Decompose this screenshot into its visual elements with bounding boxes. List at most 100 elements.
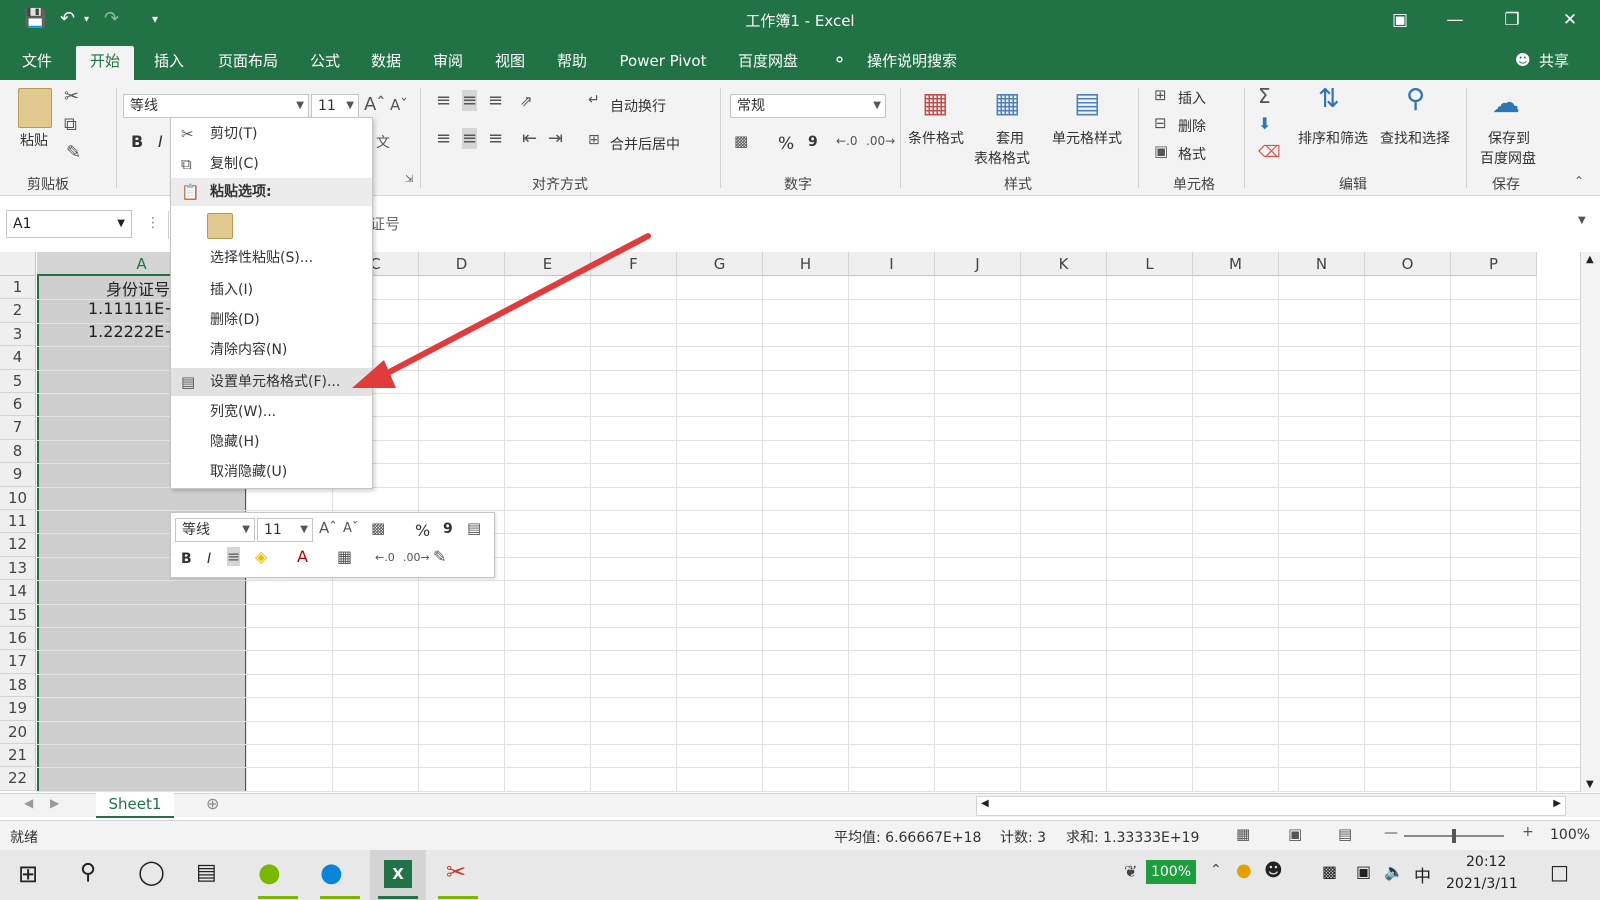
cell-a2[interactable]: 1.11111E+ <box>88 299 178 318</box>
menu-item-insert[interactable]: 插入(I) <box>171 276 372 304</box>
row-header-6[interactable]: 6 <box>0 393 36 417</box>
orientation-icon[interactable]: ⇗ <box>520 92 533 110</box>
tab-file[interactable]: 文件 <box>14 46 60 80</box>
task-view-icon[interactable]: ▤ <box>196 860 217 885</box>
column-header-d[interactable]: D <box>419 252 505 276</box>
minimize-button[interactable]: — <box>1435 6 1475 34</box>
chevron-up-icon[interactable]: ⌃ <box>1210 862 1222 878</box>
sheet-tab-sheet1[interactable]: Sheet1 <box>96 793 174 818</box>
row-header-22[interactable]: 22 <box>0 767 36 791</box>
wrap-text-button[interactable]: 自动换行 <box>610 96 666 116</box>
accounting-format-icon[interactable]: ▩ <box>371 519 385 537</box>
row-header-4[interactable]: 4 <box>0 346 36 370</box>
mini-italic-button[interactable]: I <box>207 551 211 567</box>
restore-button[interactable]: ❐ <box>1492 6 1532 34</box>
expand-formula-icon[interactable]: ▼ <box>1578 215 1586 226</box>
select-all-button[interactable] <box>0 252 36 276</box>
column-header-g[interactable]: G <box>677 252 763 276</box>
row-header-19[interactable]: 19 <box>0 697 36 721</box>
sheet-prev-icon[interactable]: ◀ <box>24 796 33 810</box>
clock-time[interactable]: 20:12 <box>1466 854 1506 870</box>
search-icon[interactable]: ⚲ <box>80 860 96 885</box>
row-header-3[interactable]: 3 <box>0 322 36 347</box>
row-header-14[interactable]: 14 <box>0 580 36 604</box>
clock-date[interactable]: 2021/3/11 <box>1446 876 1518 892</box>
horizontal-scrollbar[interactable]: ◀ ▶ <box>976 796 1566 816</box>
row-header-13[interactable]: 13 <box>0 556 36 581</box>
comma-button[interactable]: 9 <box>808 134 818 150</box>
scroll-right-icon[interactable]: ▶ <box>1553 798 1561 809</box>
cut-icon[interactable]: ✂ <box>64 86 79 107</box>
row-header-16[interactable]: 16 <box>0 627 36 651</box>
qq-icon[interactable]: ☻ <box>1264 860 1283 881</box>
page-break-view-icon[interactable]: ▤ <box>1338 825 1352 843</box>
cell-styles-button[interactable]: 单元格样式 <box>1052 128 1122 148</box>
mini-font-select[interactable]: 等线 ▼ <box>175 518 255 542</box>
italic-button[interactable]: I <box>158 132 163 151</box>
merge-center-button[interactable]: 合并后居中 <box>610 134 680 154</box>
menu-item-copy[interactable]: ⧉ 复制(C) <box>171 150 372 178</box>
align-bottom-icon[interactable]: ≡ <box>488 90 503 111</box>
row-header-8[interactable]: 8 <box>0 439 36 464</box>
row-header-18[interactable]: 18 <box>0 673 36 698</box>
tab-formulas[interactable]: 公式 <box>300 46 350 80</box>
zoom-in-icon[interactable]: + <box>1522 824 1534 840</box>
zoom-slider-thumb[interactable] <box>1452 829 1456 843</box>
ribbon-display-icon[interactable]: ▣ <box>1380 6 1420 34</box>
decrease-indent-icon[interactable]: ⇤ <box>522 128 537 149</box>
decrease-font-icon[interactable]: Aˇ <box>343 521 358 536</box>
network-icon[interactable]: ▣ <box>1356 862 1371 881</box>
tab-page-layout[interactable]: 页面布局 <box>208 46 288 80</box>
decrease-decimal-icon[interactable]: .00→ <box>403 551 430 564</box>
row-header-7[interactable]: 7 <box>0 416 36 440</box>
device-icon[interactable]: ▩ <box>1322 862 1337 881</box>
format-as-table-button[interactable]: 套用 <box>996 128 1024 148</box>
increase-decimal-icon[interactable]: ←.0 <box>836 134 858 148</box>
collapse-ribbon-icon[interactable]: ⌃ <box>1574 174 1584 188</box>
phonetic-icon[interactable]: 文 <box>376 132 390 152</box>
conditional-formatting-button[interactable]: 条件格式 <box>908 128 964 148</box>
clear-icon[interactable]: ⌫ <box>1258 142 1281 161</box>
insert-cells-button[interactable]: 插入 <box>1178 88 1206 108</box>
column-header-e[interactable]: E <box>505 252 591 276</box>
accounting-format-icon[interactable]: ▩ <box>734 132 748 150</box>
row-header-9[interactable]: 9 <box>0 463 36 487</box>
mini-bold-button[interactable]: B <box>181 551 192 567</box>
row-header-17[interactable]: 17 <box>0 650 36 674</box>
battery-indicator[interactable]: 100% <box>1146 860 1196 884</box>
menu-item-paste-special[interactable]: 选择性粘贴(S)... <box>171 244 372 272</box>
column-header-n[interactable]: N <box>1279 252 1365 276</box>
leaf-icon[interactable]: ❦ <box>1124 862 1137 881</box>
volume-icon[interactable]: 🔈 <box>1384 862 1404 881</box>
tab-help[interactable]: 帮助 <box>548 46 596 80</box>
paste-option-icon[interactable] <box>207 213 233 239</box>
align-center-icon[interactable]: ≡ <box>227 547 241 566</box>
menu-item-hide[interactable]: 隐藏(H) <box>171 428 372 456</box>
tell-me-search[interactable]: 操作说明搜索 <box>862 46 962 80</box>
row-header-21[interactable]: 21 <box>0 744 36 768</box>
percent-button[interactable]: % <box>778 134 794 154</box>
notification-icon[interactable]: □ <box>1550 860 1569 884</box>
column-header-f[interactable]: F <box>591 252 677 276</box>
name-box[interactable]: A1 ▼ <box>6 210 132 238</box>
cell-a1[interactable]: 身份证号 <box>106 276 170 300</box>
column-header-k[interactable]: K <box>1021 252 1107 276</box>
zoom-out-icon[interactable]: — <box>1384 825 1398 841</box>
paste-icon[interactable] <box>18 88 52 128</box>
row-header-5[interactable]: 5 <box>0 369 36 393</box>
cell-a3[interactable]: 1.22222E+ <box>88 322 178 341</box>
align-center-icon[interactable]: ≡ <box>462 128 478 149</box>
increase-indent-icon[interactable]: ⇥ <box>548 128 563 149</box>
add-sheet-icon[interactable]: ⊕ <box>206 794 219 813</box>
fill-color-icon[interactable]: ◈ <box>255 547 267 566</box>
row-header-11[interactable]: 11 <box>0 510 36 534</box>
cortana-icon[interactable]: ◯ <box>138 858 165 886</box>
menu-item-format-cells[interactable]: ▤ 设置单元格格式(F)... <box>171 368 372 396</box>
zoom-level[interactable]: 100% <box>1550 827 1590 843</box>
mini-comma-button[interactable]: 9 <box>443 521 453 537</box>
edge-icon[interactable]: ● <box>320 858 343 888</box>
save-to-netdisk-button-line2[interactable]: 百度网盘 <box>1480 148 1536 168</box>
copy-icon[interactable]: ⧉ <box>64 114 77 135</box>
column-header-i[interactable]: I <box>849 252 935 276</box>
tab-power-pivot[interactable]: Power Pivot <box>612 46 714 80</box>
